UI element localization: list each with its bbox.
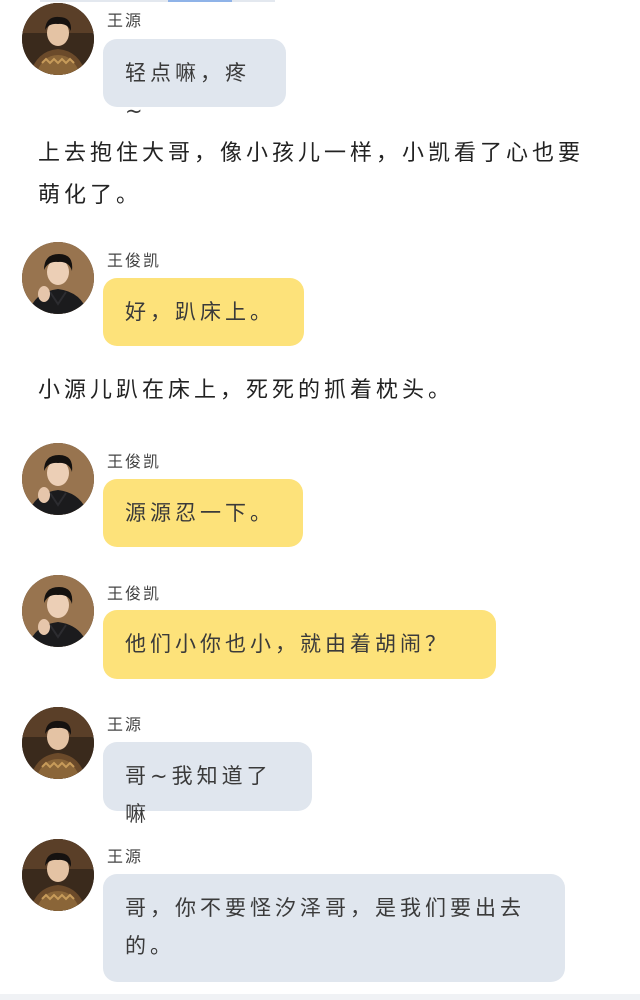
avatar-wangjunkai-icon[interactable]: [22, 443, 94, 515]
message-bubble[interactable]: 轻点嘛，疼~: [103, 39, 286, 123]
bottom-divider: [0, 994, 640, 1000]
avatar-wangyuan-icon[interactable]: [22, 3, 94, 75]
sender-name: 王俊凯: [107, 584, 162, 603]
sender-name: 王俊凯: [107, 251, 162, 270]
narration-text: 小源儿趴在床上，死死的抓着枕头。: [38, 378, 455, 403]
avatar-wangyuan-icon[interactable]: [22, 839, 94, 911]
message-bubble[interactable]: 哥，你不要怪汐泽哥，是我们要出去的。: [103, 874, 565, 982]
avatar-wangjunkai-icon[interactable]: [22, 575, 94, 647]
sender-name: 王源: [107, 847, 144, 866]
message-bubble[interactable]: 哥~我知道了嘛: [103, 742, 312, 826]
narration-text: 上去抱住大哥，像小孩儿一样，小凯看了心也要萌化了。: [38, 141, 585, 208]
top-scroll-indicator: [40, 0, 275, 2]
message-bubble[interactable]: 他们小你也小，就由着胡闹？: [103, 610, 496, 679]
message-bubble[interactable]: 好，趴床上。: [103, 278, 304, 346]
sender-name: 王源: [107, 11, 144, 30]
avatar-wangyuan-icon[interactable]: [22, 707, 94, 779]
avatar-wangjunkai-icon[interactable]: [22, 242, 94, 314]
sender-name: 王俊凯: [107, 452, 162, 471]
chat-log: 王源 轻点嘛，疼~ 上去抱住大哥，像小孩儿一样，小凯看了心也要萌化了。 王俊凯 …: [0, 0, 640, 1000]
message-bubble[interactable]: 源源忍一下。: [103, 479, 303, 547]
sender-name: 王源: [107, 715, 144, 734]
